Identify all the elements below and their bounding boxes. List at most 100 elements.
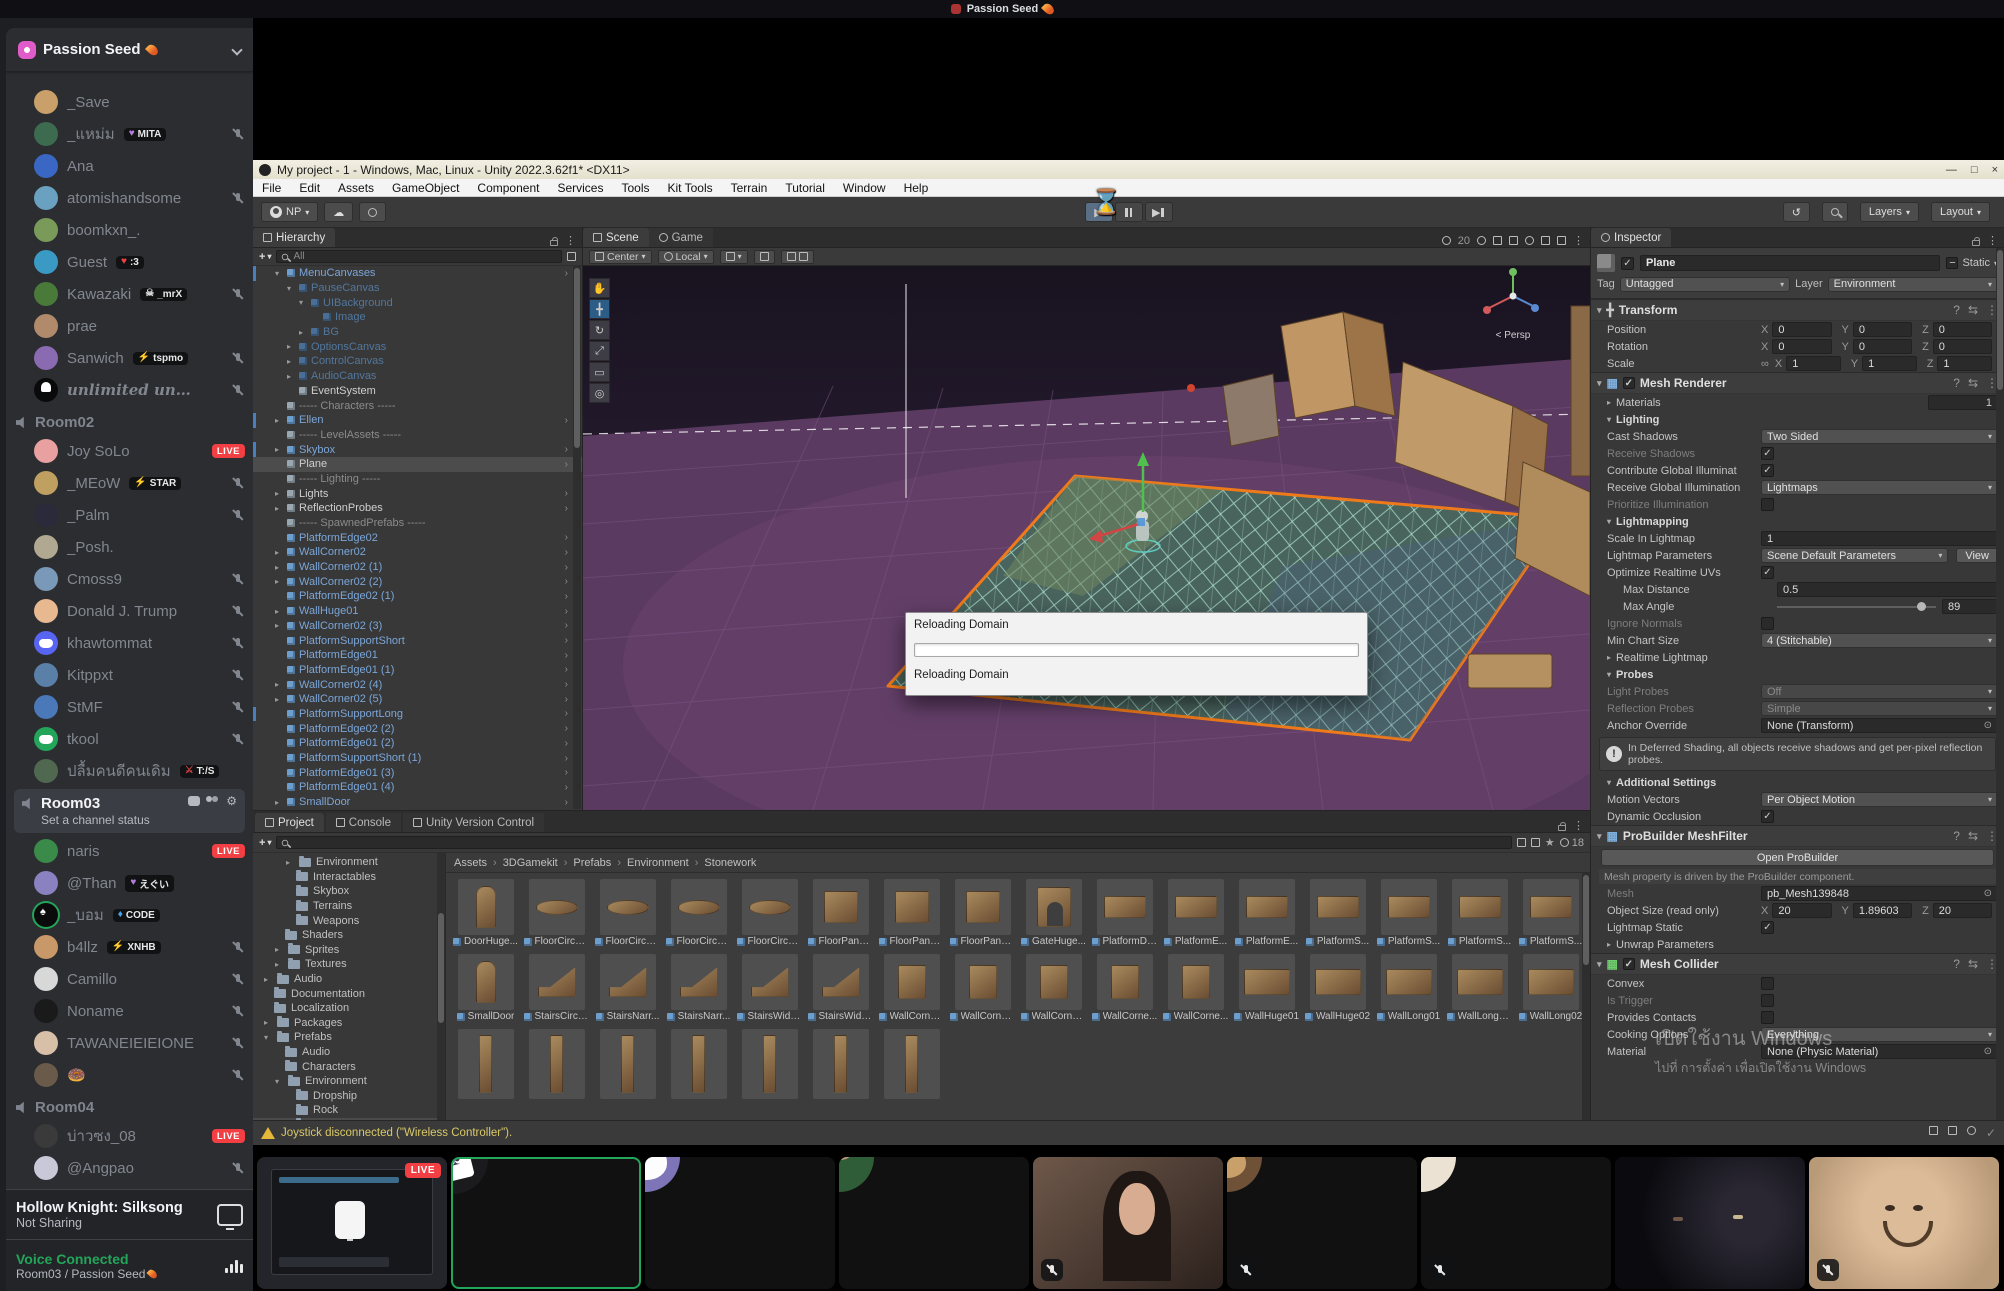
picker-icon[interactable]: ⊙: [1984, 1046, 1992, 1057]
breadcrumb-item[interactable]: Stonework: [689, 857, 757, 869]
folder-row[interactable]: ▸ Packages: [253, 1016, 445, 1031]
help-icon[interactable]: ?: [1953, 829, 1960, 843]
prefab-arrow-icon[interactable]: ›: [565, 620, 568, 631]
camera-settings-icon[interactable]: [1541, 236, 1550, 245]
video-tile[interactable]: [645, 1157, 835, 1289]
foldout-row[interactable]: ▸ Realtime Lightmap: [1591, 649, 2004, 666]
tab-game[interactable]: Game: [649, 228, 713, 247]
video-tile[interactable]: [1227, 1157, 1417, 1289]
voice-member-row[interactable]: khawtommat: [6, 627, 253, 659]
hierarchy-item[interactable]: ▸ WallCorner02 (3) ›: [253, 619, 582, 634]
rotate-tool-button[interactable]: ↻: [589, 320, 610, 340]
hierarchy-item[interactable]: PlatformEdge01 ›: [253, 648, 582, 663]
video-tile[interactable]: [1615, 1157, 1805, 1289]
voice-member-row[interactable]: Noname: [6, 995, 253, 1027]
pivot-mode-dropdown[interactable]: Center▾: [589, 250, 652, 264]
tab-scene[interactable]: Scene: [583, 228, 649, 247]
hierarchy-item[interactable]: ▸ BG: [253, 325, 582, 340]
folder-row[interactable]: Terrains: [253, 899, 445, 914]
prefab-arrow-icon[interactable]: ›: [565, 753, 568, 764]
cloud-button[interactable]: ☁: [324, 202, 353, 222]
voice-member-row[interactable]: tkool: [6, 723, 253, 755]
z-field[interactable]: 1: [1937, 356, 1992, 371]
add-object-button[interactable]: +▾: [259, 251, 271, 263]
snap-increment-button[interactable]: [781, 250, 814, 264]
voice-member-row[interactable]: บ่าวซง_08 LIVE: [6, 1120, 253, 1152]
prefab-arrow-icon[interactable]: ›: [565, 415, 568, 426]
prefab-arrow-icon[interactable]: ›: [565, 767, 568, 778]
voice-member-row[interactable]: _บอม ♦ CODE: [6, 899, 253, 931]
property-dropdown[interactable]: Per Object Motion▾: [1761, 792, 1998, 807]
asset-item[interactable]: WallHuge01: [1231, 954, 1302, 1023]
asset-item[interactable]: FloorCircul...: [592, 879, 663, 948]
folder-row[interactable]: Weapons: [253, 913, 445, 928]
asset-item[interactable]: WallHuge02: [1302, 954, 1373, 1023]
hierarchy-item[interactable]: ▸ ControlCanvas: [253, 354, 582, 369]
hierarchy-item[interactable]: ▸ WallCorner02 ›: [253, 545, 582, 560]
preset-icon[interactable]: ⇆: [1968, 957, 1978, 971]
foldout-closed-icon[interactable]: ▸: [275, 945, 283, 954]
property-checkbox[interactable]: [1761, 977, 1774, 990]
slider-knob[interactable]: [1917, 602, 1926, 611]
overlay-count[interactable]: 20: [1458, 235, 1470, 247]
foldout-closed-icon[interactable]: ▸: [275, 695, 284, 704]
active-checkbox[interactable]: ✓: [1621, 257, 1634, 270]
folder-row[interactable]: Localization: [253, 1001, 445, 1016]
menu-item[interactable]: Services: [548, 181, 612, 195]
minimize-icon[interactable]: —: [1946, 164, 1957, 176]
prefab-arrow-icon[interactable]: ›: [565, 664, 568, 675]
scene-viewport[interactable]: < Persp ✋ ╋ ↻ ⤢ ▭ ◎: [583, 266, 1590, 810]
breadcrumb-item[interactable]: Prefabs: [558, 857, 612, 869]
hierarchy-item[interactable]: ▾ PauseCanvas: [253, 281, 582, 296]
kebab-menu-icon[interactable]: ⋮: [1573, 234, 1584, 247]
foldout-closed-icon[interactable]: ▸: [286, 858, 294, 867]
hierarchy-search-input[interactable]: All: [276, 250, 562, 263]
voice-member-row[interactable]: TAWANEIEIEIONE: [6, 1027, 253, 1059]
folder-row[interactable]: ▸ Environment: [253, 855, 445, 870]
property-dropdown[interactable]: Two Sided▾: [1761, 429, 1998, 444]
menu-item[interactable]: File: [253, 181, 290, 195]
property-checkbox[interactable]: ✓: [1761, 447, 1774, 460]
hierarchy-item[interactable]: ----- SpawnedPrefabs -----: [253, 516, 582, 531]
foldout-open-icon[interactable]: ▾: [1597, 831, 1602, 842]
picker-icon[interactable]: ⊙: [1984, 888, 1992, 899]
hierarchy-item[interactable]: PlatformSupportShort (1) ›: [253, 751, 582, 766]
menu-item[interactable]: Assets: [329, 181, 383, 195]
foldout-row[interactable]: ▸ Unwrap Parameters: [1591, 936, 2004, 953]
foldout-closed-icon[interactable]: ▸: [275, 621, 284, 630]
foldout-closed-icon[interactable]: ▸: [275, 504, 284, 513]
folder-row[interactable]: ▸ Audio: [253, 972, 445, 987]
asset-item[interactable]: WallLong01: [1373, 954, 1444, 1023]
layer-dropdown[interactable]: Environment▾: [1828, 277, 1998, 292]
scene-visibility-icon[interactable]: [1525, 236, 1534, 245]
foldout-closed-icon[interactable]: ▸: [275, 416, 284, 425]
hierarchy-item[interactable]: ▸ Lights ›: [253, 486, 582, 501]
shading-mode-icon[interactable]: [1442, 236, 1451, 245]
component-enabled-checkbox[interactable]: ✓: [1623, 377, 1635, 389]
menu-item[interactable]: Tools: [612, 181, 658, 195]
lock-icon[interactable]: [1972, 240, 1980, 246]
foldout-closed-icon[interactable]: ▸: [299, 328, 308, 337]
layout-dropdown[interactable]: Layout▾: [1931, 202, 1990, 222]
project-tab[interactable]: Unity Version Control: [403, 813, 544, 832]
close-icon[interactable]: ×: [1992, 164, 1998, 176]
foldout-closed-icon[interactable]: ▸: [287, 357, 296, 366]
voice-member-row[interactable]: Ana: [6, 150, 253, 182]
property-checkbox[interactable]: [1761, 994, 1774, 1007]
asset-item[interactable]: StairsWide...: [805, 954, 876, 1023]
asset-item[interactable]: [592, 1029, 663, 1099]
voice-member-row[interactable]: Kawazaki ☠ _mrX: [6, 278, 253, 310]
video-tile[interactable]: [839, 1157, 1029, 1289]
search-button[interactable]: [1822, 202, 1848, 222]
x-field[interactable]: 0: [1772, 339, 1831, 354]
hierarchy-item[interactable]: Plane ›: [253, 457, 582, 472]
gizmos-dropdown-icon[interactable]: [1557, 236, 1566, 245]
asset-item[interactable]: [805, 1029, 876, 1099]
lock-icon[interactable]: [550, 240, 558, 246]
hierarchy-item[interactable]: PlatformEdge01 (3) ›: [253, 765, 582, 780]
asset-item[interactable]: WallCorne...: [1089, 954, 1160, 1023]
voice-member-row[interactable]: _Save: [6, 86, 253, 118]
asset-item[interactable]: PlatformS...: [1444, 879, 1515, 948]
move-tool-button[interactable]: ╋: [589, 299, 610, 319]
foldout-open-icon[interactable]: ▾: [275, 269, 284, 278]
